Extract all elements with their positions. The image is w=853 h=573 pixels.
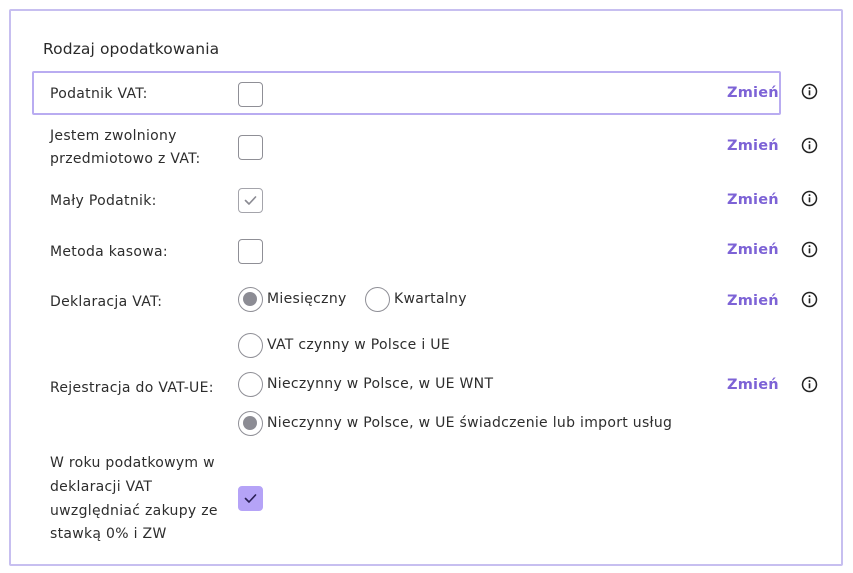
vat-ue-option-services-label: Nieczynny w Polsce, w UE świadczenie lub… [267, 415, 673, 431]
vat-exempt-checkbox[interactable] [238, 135, 263, 160]
info-icon[interactable] [801, 376, 818, 393]
vat-ue-option-wnt-radio[interactable] [238, 372, 263, 397]
cash-method-label: Metoda kasowa: [50, 244, 168, 260]
zero-rate-label-line4: stawką 0% i ZW [50, 526, 167, 542]
check-icon [244, 196, 257, 205]
zero-rate-label-line3: uwzględniać zakupy ze [50, 503, 218, 519]
vat-payer-label: Podatnik VAT: [50, 86, 148, 102]
vat-ue-label: Rejestracja do VAT-UE: [50, 380, 214, 396]
vat-exempt-label-line2: przedmiotowo z VAT: [50, 151, 201, 167]
zero-rate-checkbox[interactable] [238, 486, 263, 511]
vat-ue-option-active-label: VAT czynny w Polsce i UE [267, 337, 450, 353]
vat-declaration-quarterly-radio[interactable] [365, 287, 390, 312]
small-taxpayer-label: Mały Podatnik: [50, 193, 157, 209]
info-icon[interactable] [801, 291, 818, 308]
cash-method-checkbox[interactable] [238, 239, 263, 264]
vat-declaration-quarterly-label: Kwartalny [394, 291, 467, 307]
vat-exempt-change-link[interactable]: Zmień [727, 138, 779, 154]
vat-ue-change-link[interactable]: Zmień [727, 377, 779, 393]
vat-payer-change-link[interactable]: Zmień [727, 85, 779, 101]
cash-method-change-link[interactable]: Zmień [727, 242, 779, 258]
zero-rate-label-line1: W roku podatkowym w [50, 455, 215, 471]
vat-declaration-label: Deklaracja VAT: [50, 294, 163, 310]
vat-declaration-monthly-label: Miesięczny [267, 291, 347, 307]
vat-ue-option-active-radio[interactable] [238, 333, 263, 358]
small-taxpayer-checkbox[interactable] [238, 188, 263, 213]
vat-exempt-label-line1: Jestem zwolniony [50, 128, 177, 144]
small-taxpayer-change-link[interactable]: Zmień [727, 192, 779, 208]
info-icon[interactable] [801, 83, 818, 100]
section-title: Rodzaj opodatkowania [43, 40, 220, 58]
vat-ue-option-services-radio[interactable] [238, 411, 263, 436]
check-icon [244, 494, 257, 503]
info-icon[interactable] [801, 137, 818, 154]
vat-declaration-monthly-radio[interactable] [238, 287, 263, 312]
info-icon[interactable] [801, 241, 818, 258]
vat-declaration-change-link[interactable]: Zmień [727, 293, 779, 309]
info-icon[interactable] [801, 190, 818, 207]
vat-ue-option-wnt-label: Nieczynny w Polsce, w UE WNT [267, 376, 494, 392]
zero-rate-label-line2: deklaracji VAT [50, 479, 153, 495]
vat-payer-checkbox[interactable] [238, 82, 263, 107]
